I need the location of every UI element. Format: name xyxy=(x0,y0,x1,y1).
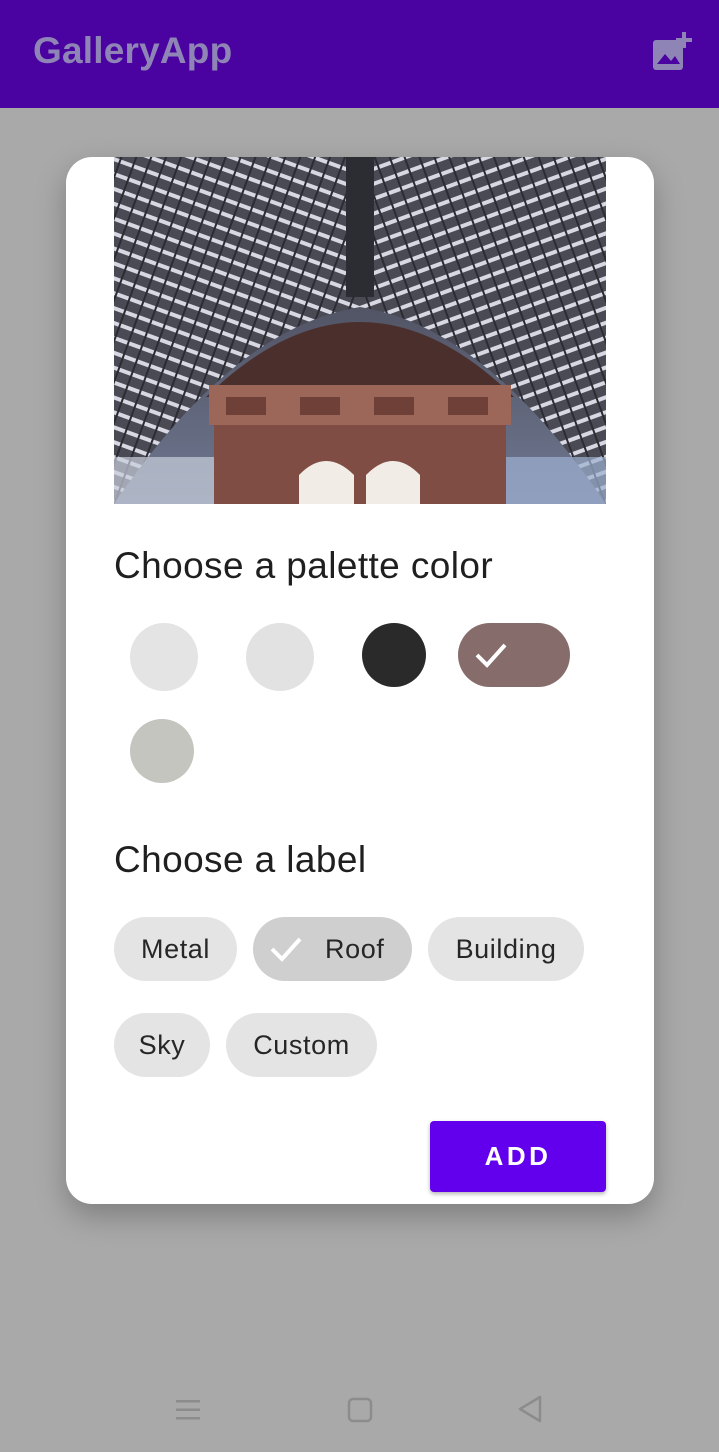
add-button[interactable]: ADD xyxy=(430,1121,606,1192)
back-triangle-icon[interactable] xyxy=(516,1394,544,1424)
photo-preview xyxy=(114,157,606,504)
chip-sky[interactable]: Sky xyxy=(114,1013,210,1077)
chip-label: Custom xyxy=(253,1029,350,1060)
label-heading: Choose a label xyxy=(114,839,367,880)
chip-label: Metal xyxy=(140,933,211,964)
palette-swatch-1[interactable] xyxy=(130,623,198,691)
menu-icon[interactable] xyxy=(174,1396,202,1424)
home-square-icon[interactable] xyxy=(346,1396,374,1424)
palette-swatch-4-selected[interactable] xyxy=(458,623,570,687)
check-icon xyxy=(270,937,302,962)
chip-roof-selected[interactable]: Roof xyxy=(253,917,412,981)
app-bar: GalleryApp xyxy=(0,0,719,108)
palette-heading: Choose a palette color xyxy=(114,545,494,586)
palette-swatch-2[interactable] xyxy=(246,623,314,691)
chip-metal[interactable]: Metal xyxy=(114,917,237,981)
palette-swatch-5[interactable] xyxy=(130,719,194,783)
check-icon xyxy=(475,643,507,668)
add-image-dialog: Choose a palette color Choose a label Me… xyxy=(66,157,654,1204)
add-photo-icon[interactable] xyxy=(648,30,694,76)
chip-building[interactable]: Building xyxy=(428,917,584,981)
chip-label: Building xyxy=(455,933,557,964)
chip-label: Sky xyxy=(138,1029,186,1060)
palette-swatch-3[interactable] xyxy=(362,623,426,687)
app-title: GalleryApp xyxy=(33,30,233,71)
chip-label: Roof xyxy=(325,933,385,964)
chip-custom[interactable]: Custom xyxy=(226,1013,377,1077)
